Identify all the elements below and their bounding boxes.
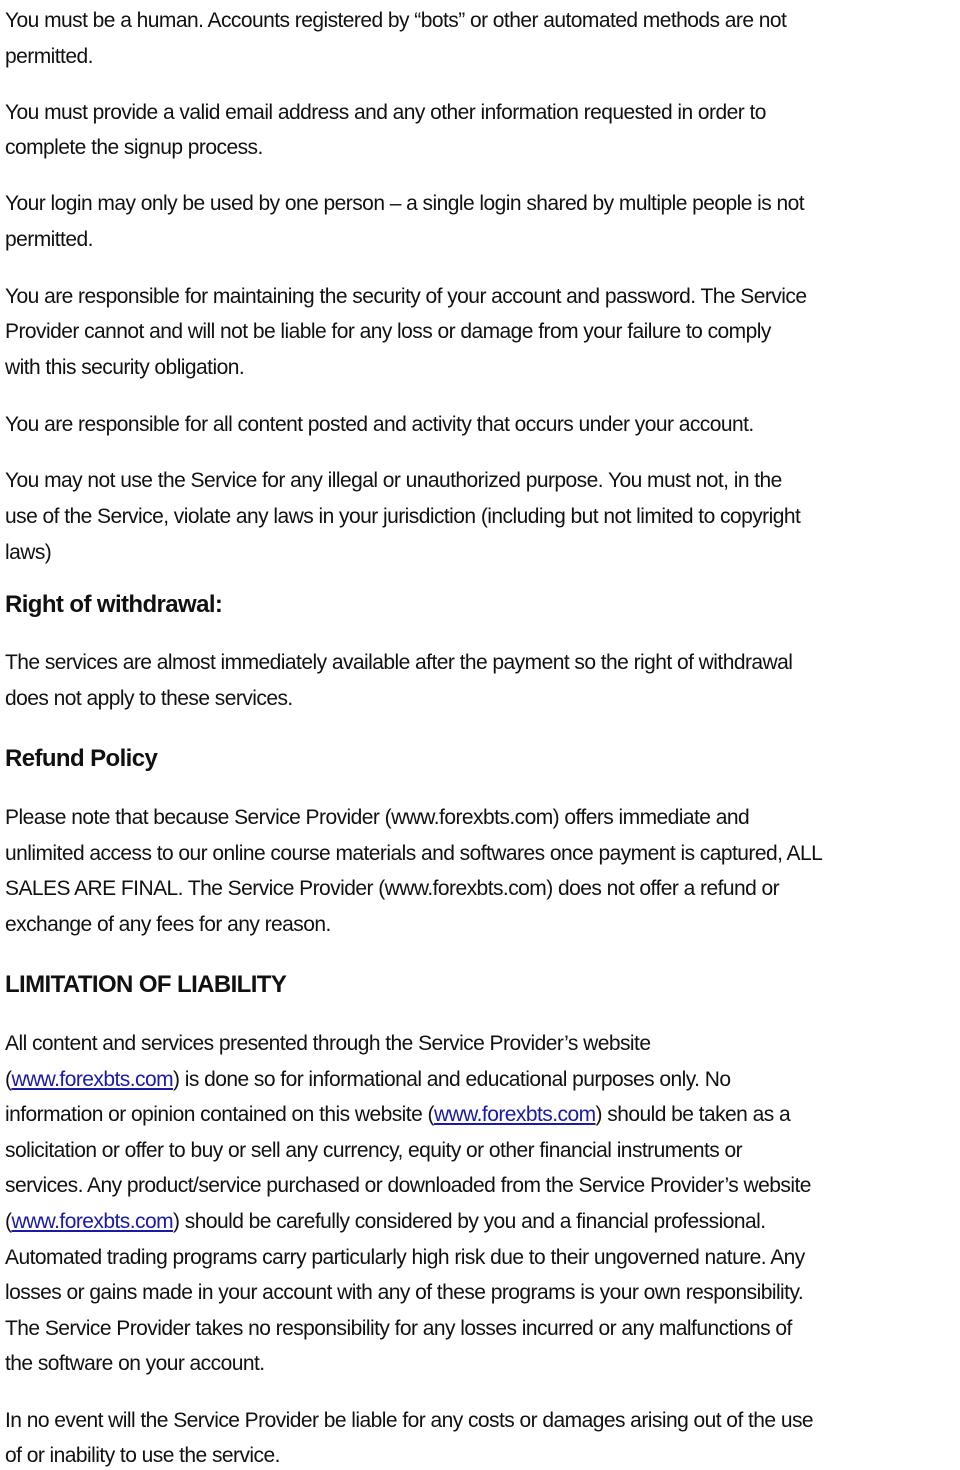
text-line: exchange of any fees for any reason.: [5, 913, 331, 936]
forexbts-link[interactable]: www.forexbts.com: [11, 1068, 173, 1091]
text-line: The services are almost immediately avai…: [5, 651, 793, 674]
heading-right-of-withdrawal: Right of withdrawal:: [5, 591, 223, 618]
text-line: does not apply to these services.: [5, 687, 293, 710]
text-line: You may not use the Service for any ille…: [5, 469, 782, 492]
text-line: complete the signup process.: [5, 136, 263, 159]
forexbts-link[interactable]: www.forexbts.com: [434, 1103, 596, 1126]
text-line: Please note that because Service Provide…: [5, 806, 750, 829]
text-line: losses or gains made in your account wit…: [5, 1281, 804, 1304]
text-line: Automated trading programs carry particu…: [5, 1246, 805, 1269]
text-line: services. Any product/service purchased …: [5, 1174, 811, 1197]
text-line: use of the Service, violate any laws in …: [5, 505, 801, 528]
text-line: You must be a human. Accounts registered…: [5, 9, 787, 32]
text-line: information or opinion contained on this…: [5, 1102, 791, 1128]
text-line: the software on your account.: [5, 1352, 265, 1375]
text-line: with this security obligation.: [5, 356, 245, 379]
text-line: permitted.: [5, 45, 93, 68]
text-fragment: ) is done so for informational and educa…: [173, 1068, 731, 1091]
text-line: (www.forexbts.com) is done so for inform…: [5, 1067, 731, 1093]
text-fragment: ) should be taken as a: [595, 1103, 791, 1126]
text-line: permitted.: [5, 228, 93, 251]
text-fragment: ) should be carefully considered by you …: [173, 1210, 766, 1233]
text-line: All content and services presented throu…: [5, 1032, 651, 1055]
text-line: You must provide a valid email address a…: [5, 101, 766, 124]
text-line: solicitation or offer to buy or sell any…: [5, 1139, 743, 1162]
text-line: SALES ARE FINAL. The Service Provider (w…: [5, 877, 780, 900]
text-line: Your login may only be used by one perso…: [5, 192, 805, 215]
text-line: In no event will the Service Provider be…: [5, 1409, 814, 1432]
text-line: laws): [5, 541, 52, 564]
text-line: (www.forexbts.com) should be carefully c…: [5, 1209, 766, 1235]
heading-limitation-of-liability: LIMITATION OF LIABILITY: [5, 971, 287, 998]
text-line: Provider cannot and will not be liable f…: [5, 320, 771, 343]
heading-refund-policy: Refund Policy: [5, 745, 158, 772]
text-fragment: information or opinion contained on this…: [5, 1103, 434, 1126]
text-line: The Service Provider takes no responsibi…: [5, 1317, 792, 1340]
text-line: You are responsible for maintaining the …: [5, 285, 807, 308]
forexbts-link[interactable]: www.forexbts.com: [11, 1210, 173, 1233]
text-line: You are responsible for all content post…: [5, 413, 754, 436]
text-line: of or inability to use the service.: [5, 1444, 280, 1467]
text-line: unlimited access to our online course ma…: [5, 842, 823, 865]
